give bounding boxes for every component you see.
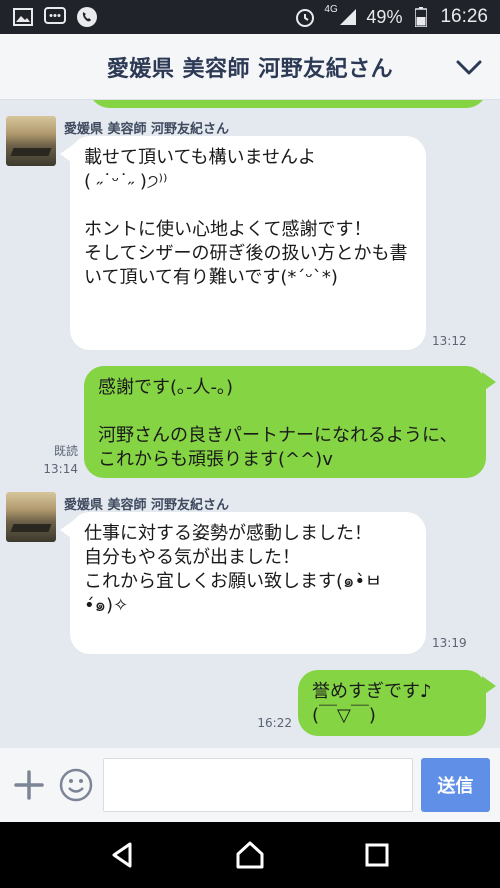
message-time: 16:22 bbox=[257, 716, 292, 730]
chat-title: 愛媛県 美容師 河野友紀さん bbox=[106, 56, 394, 82]
bubble-tail bbox=[482, 676, 496, 696]
send-button[interactable]: 送信 bbox=[420, 758, 490, 812]
image-icon bbox=[12, 6, 34, 28]
chevron-down-icon[interactable] bbox=[454, 52, 484, 82]
signal-icon: 4G bbox=[324, 4, 358, 28]
message-time: 13:14 bbox=[43, 462, 78, 476]
plus-icon[interactable] bbox=[10, 765, 48, 805]
battery-percent: 49% bbox=[366, 6, 403, 27]
chat-header: 愛媛県 美容師 河野友紀さん bbox=[0, 34, 500, 100]
read-receipt: 既読 bbox=[53, 444, 78, 458]
message-input[interactable] bbox=[102, 758, 413, 812]
chat-notification-icon bbox=[44, 6, 66, 28]
message-time: 13:12 bbox=[432, 334, 467, 348]
phone-icon bbox=[76, 6, 98, 28]
android-nav-bar bbox=[0, 822, 500, 888]
message-bubble-outgoing[interactable]: 感謝です(｡-人-｡) 河野さんの良きパートナーになれるように、これからも頑張り… bbox=[84, 366, 486, 478]
clock: 16:26 bbox=[440, 6, 488, 27]
avatar[interactable] bbox=[6, 492, 56, 542]
chat-history[interactable]: 愛媛県 美容師 河野友紀さん 載せて頂いても構いませんよ ( ˶˙ᵕ˙˶ )੭⁾… bbox=[0, 100, 500, 748]
alarm-icon bbox=[294, 6, 316, 28]
message-bubble-outgoing[interactable]: 誉めすぎです♪ (￣▽￣) bbox=[298, 670, 486, 736]
home-icon[interactable] bbox=[230, 835, 270, 875]
message-bubble-incoming[interactable]: 仕事に対する姿勢が感動しました！ 自分もやる気が出ました！ これから宜しくお願い… bbox=[70, 512, 426, 654]
bubble-tail bbox=[482, 372, 496, 392]
previous-message-bubble bbox=[88, 100, 488, 108]
smiley-icon[interactable] bbox=[56, 765, 94, 805]
message-bubble-incoming[interactable]: 載せて頂いても構いませんよ ( ˶˙ᵕ˙˶ )੭⁾⁾ ホントに使い心地よくて感謝… bbox=[70, 136, 426, 350]
message-time: 13:19 bbox=[432, 636, 467, 650]
back-icon[interactable] bbox=[103, 835, 143, 875]
battery-icon bbox=[410, 6, 432, 28]
message-composer: 送信 bbox=[0, 748, 500, 822]
recent-apps-icon[interactable] bbox=[357, 835, 397, 875]
avatar[interactable] bbox=[6, 116, 56, 166]
sender-name: 愛媛県 美容師 河野友紀さん bbox=[64, 498, 230, 513]
status-bar: 4G 49% 16:26 bbox=[0, 0, 500, 34]
network-type: 4G bbox=[324, 4, 338, 15]
sender-name: 愛媛県 美容師 河野友紀さん bbox=[64, 122, 230, 137]
